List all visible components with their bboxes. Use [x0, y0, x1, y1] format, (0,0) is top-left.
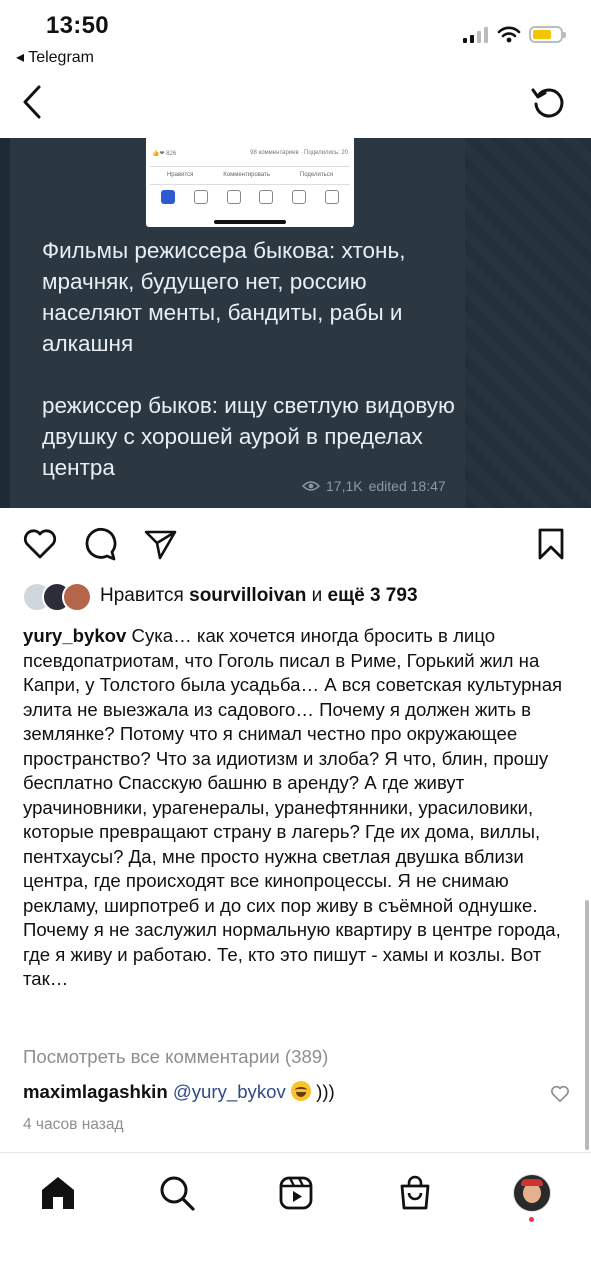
caption-username[interactable]: yury_bykov	[23, 625, 126, 646]
nav-reels[interactable]	[276, 1173, 316, 1213]
reaction-count: 👍❤ 826	[152, 151, 177, 157]
home-icon	[42, 1177, 74, 1209]
comment-count: 98 комментариев · Поделились: 20	[250, 150, 348, 156]
likes-summary[interactable]: Нравится sourvilloivan и ещё 3 793	[100, 585, 418, 607]
post-caption: yury_bykov Сука… как хочется иногда брос…	[23, 624, 568, 992]
likes-joiner: и	[311, 585, 323, 606]
avatar	[62, 582, 92, 612]
message-paragraph-2: режиссер быков: ищу светлую видовую двуш…	[42, 393, 455, 480]
save-button[interactable]	[535, 526, 571, 562]
status-icons	[463, 26, 566, 43]
back-button[interactable]	[12, 82, 52, 122]
liker-avatars[interactable]	[22, 582, 92, 612]
search-icon	[160, 1176, 195, 1211]
nav-shop[interactable]	[395, 1173, 435, 1213]
status-time: 13:50	[46, 12, 109, 39]
message-meta: 17,1K edited 18:47	[302, 478, 446, 494]
chat-background	[465, 138, 591, 508]
caption-text: Сука… как хочется иногда бросить в лицо …	[23, 625, 563, 989]
likes-count[interactable]: ещё 3 793	[328, 585, 418, 606]
nav-search[interactable]	[157, 1173, 197, 1213]
fb-comment-label: Комментировать	[223, 172, 271, 178]
back-to-telegram[interactable]: ◂ Telegram	[16, 47, 94, 67]
view-count: 17,1K	[326, 478, 363, 494]
comment-like-button[interactable]	[550, 1084, 570, 1104]
fb-share-label: Поделиться	[299, 172, 334, 178]
heart-icon	[23, 529, 57, 559]
comment-suffix: )))	[316, 1081, 335, 1102]
view-all-comments-link[interactable]: Посмотреть все комментарии (389)	[23, 1046, 328, 1068]
fb-like-label: Нравится	[166, 172, 194, 178]
post-time: 4 часов назад	[23, 1116, 124, 1133]
share-button[interactable]	[142, 526, 178, 562]
comment-username[interactable]: maximlagashkin	[23, 1081, 168, 1102]
embedded-screenshot: 👍❤ 826 98 комментариев · Поделились: 20 Н…	[146, 138, 354, 227]
nav-home[interactable]	[38, 1173, 78, 1213]
comment-button[interactable]	[82, 526, 118, 562]
comment-row: maximlagashkin @yury_bykov )))	[23, 1081, 335, 1103]
scrollbar[interactable]	[585, 900, 589, 1150]
comment-mention[interactable]: @yury_bykov	[173, 1081, 286, 1102]
refresh-button[interactable]	[528, 82, 568, 122]
edited-time: edited 18:47	[368, 478, 446, 494]
wifi-icon	[497, 26, 521, 43]
notification-dot	[529, 1217, 534, 1222]
signal-icon	[463, 26, 488, 43]
refresh-icon	[531, 88, 564, 118]
bookmark-icon	[538, 528, 564, 560]
home-indicator	[214, 220, 286, 224]
bottom-navigation	[0, 1152, 591, 1281]
fb-nav-icons	[152, 190, 348, 204]
heart-icon	[551, 1085, 569, 1103]
battery-icon	[529, 26, 566, 43]
liker-username[interactable]: sourvilloivan	[189, 585, 306, 606]
reels-icon	[279, 1176, 313, 1210]
rofl-emoji-icon	[290, 1081, 311, 1101]
send-icon	[144, 530, 177, 560]
eye-icon	[302, 481, 320, 491]
likes-prefix: Нравится	[100, 585, 184, 606]
like-button[interactable]	[22, 526, 58, 562]
telegram-message-bubble: 👍❤ 826 98 комментариев · Поделились: 20 Н…	[10, 138, 465, 508]
comment-icon	[85, 528, 117, 561]
post-image[interactable]: 👍❤ 826 98 комментариев · Поделились: 20 Н…	[0, 138, 591, 508]
shop-icon	[400, 1175, 430, 1210]
message-paragraph-1: Фильмы режиссера быкова: хтонь, мрачняк,…	[42, 238, 406, 356]
nav-profile-avatar[interactable]	[513, 1174, 551, 1212]
chevron-left-icon	[23, 85, 41, 119]
